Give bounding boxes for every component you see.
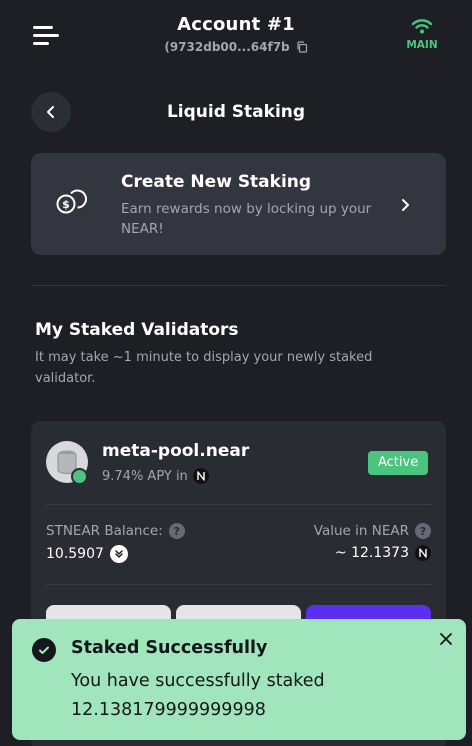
svg-text:$: $: [62, 198, 70, 211]
validator-apy-text: 9.74% APY in: [102, 468, 188, 484]
coins-icon: $: [56, 189, 87, 214]
help-icon[interactable]: ?: [415, 523, 431, 539]
stnear-token-icon: [109, 545, 128, 563]
section-description: It may take ~1 minute to display your ne…: [35, 350, 373, 386]
toast-title: Staked Successfully: [71, 638, 268, 658]
value-in-near-label-row: Value in NEAR ?: [314, 523, 431, 539]
divider: [31, 285, 446, 286]
validator-apy: 9.74% APY in: [102, 468, 209, 484]
stnear-balance-value: 10.5907: [46, 546, 104, 562]
value-in-near-amount: ~ 12.1373: [334, 545, 409, 561]
near-logo-icon: [192, 468, 209, 484]
section-title: My Staked Validators: [35, 320, 239, 340]
create-staking-card[interactable]: $ Create New Staking Earn rewards now by…: [31, 153, 446, 255]
account-address-row: (9732db00...64f7b: [164, 40, 307, 54]
near-logo-icon: [415, 545, 431, 561]
network-label: MAIN: [406, 39, 438, 51]
chevron-right-icon: [402, 199, 409, 211]
success-toast: Staked Successfully You have successfull…: [12, 619, 466, 740]
toast-message: You have successfully staked 12.13817999…: [71, 671, 325, 720]
close-icon[interactable]: [436, 629, 456, 649]
status-badge: Active: [368, 451, 429, 475]
copy-icon[interactable]: [296, 41, 308, 53]
stnear-balance-label-row: STNEAR Balance: ?: [46, 523, 185, 539]
create-staking-description: Earn rewards now by locking up your NEAR…: [121, 201, 372, 237]
wifi-icon: [411, 19, 433, 34]
account-address: (9732db00...64f7b: [164, 40, 290, 54]
page-title: Liquid Staking: [166, 102, 306, 122]
card-divider: [46, 504, 431, 505]
network-indicator[interactable]: MAIN: [402, 18, 442, 51]
online-dot: [71, 468, 88, 485]
stnear-balance-row: 10.5907: [46, 545, 128, 563]
value-in-near-label: Value in NEAR: [313, 523, 409, 539]
help-icon[interactable]: ?: [168, 523, 185, 539]
create-staking-title: Create New Staking: [121, 172, 312, 192]
check-circle-icon: [32, 638, 56, 662]
validator-name: meta-pool.near: [102, 441, 250, 461]
card-divider: [46, 584, 431, 585]
value-in-near-row: ~ 12.1373: [335, 545, 431, 561]
header: Account #1 (9732db00...64f7b MAIN: [0, 0, 472, 72]
stnear-balance-label: STNEAR Balance:: [46, 523, 163, 539]
